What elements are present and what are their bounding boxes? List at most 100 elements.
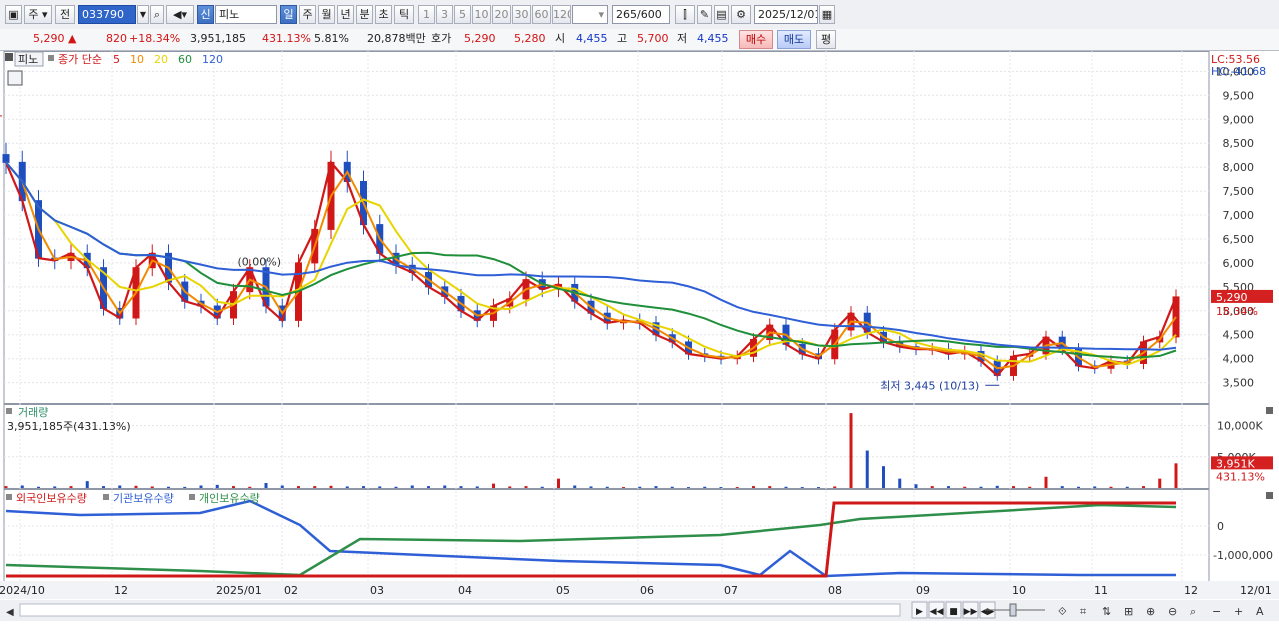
sell-button[interactable]: 매도 — [777, 30, 811, 49]
scroll-left-icon: ◀ — [6, 607, 14, 618]
volume-bar — [102, 486, 105, 488]
candle-icon[interactable]: ⫿ — [675, 5, 695, 24]
eval-button[interactable]: 평 — [816, 30, 836, 49]
holdings-tick-label: -1,000,000 — [1213, 549, 1273, 562]
volume-bar — [118, 485, 122, 488]
window-icon[interactable]: ▣ — [5, 5, 22, 24]
tools-icon[interactable]: ✎ — [697, 5, 712, 24]
x-tick-label: 12 — [1184, 584, 1198, 597]
volume-bar — [443, 485, 447, 488]
period-minute-button[interactable]: 분 — [356, 5, 373, 24]
custom-interval-select[interactable]: ▾ — [572, 5, 608, 24]
interval-5-button[interactable]: 5 — [454, 5, 471, 24]
price-tick-label: 8,500 — [1223, 137, 1255, 150]
volume-bar — [947, 486, 950, 488]
chart-tool-icon: ⊕ — [1146, 605, 1155, 618]
market-select[interactable]: 주 ▾ — [24, 5, 52, 24]
period-tick-button[interactable]: 틱 — [394, 5, 414, 24]
period-day-button[interactable]: 일 — [280, 5, 297, 24]
zoom-slider-thumb — [1009, 603, 1017, 617]
new-button[interactable]: 신 — [197, 5, 214, 24]
gear-icon[interactable]: ⚙ — [731, 5, 751, 24]
volume-bar — [735, 487, 739, 488]
current-price: 5,290 — [33, 32, 65, 45]
chart-tool-icon: A — [1256, 605, 1264, 618]
code-dropdown-icon[interactable]: ▼ — [137, 5, 149, 24]
volume-bar — [540, 486, 544, 488]
volume-bar — [150, 486, 154, 488]
x-tick-label: 05 — [556, 584, 570, 597]
interval-60-button[interactable]: 60 — [532, 5, 551, 24]
search-icon[interactable]: ⌕ — [150, 5, 164, 24]
volume-bar — [394, 486, 398, 488]
interval-30-button[interactable]: 30 — [512, 5, 531, 24]
save-icon[interactable]: ▤ — [714, 5, 729, 24]
volume-bar — [85, 481, 89, 488]
legend-ma-period: 10 — [130, 53, 144, 66]
buy-button[interactable]: 매수 — [739, 30, 773, 49]
legend-ma-period: 60 — [178, 53, 192, 66]
trade-amount: 20,878백만 — [367, 32, 426, 45]
high-price: 5,700 — [637, 32, 669, 45]
volume-bar — [1109, 486, 1113, 488]
volume-bar — [1125, 486, 1129, 488]
legend-square — [103, 494, 109, 500]
price-legend: 피노 종가 단순 5 10 20 60 120 — [5, 51, 223, 67]
volume-bar — [1174, 463, 1178, 488]
x-tick-label: 08 — [828, 584, 842, 597]
volume-bar — [638, 486, 642, 488]
legend-ma-period: 20 — [154, 53, 168, 66]
interval-120-button[interactable]: 120 — [552, 5, 571, 24]
volume-bar — [995, 485, 999, 488]
volume-bar — [345, 486, 349, 488]
hc-label: HC:-41.68 — [1211, 65, 1266, 78]
speaker-icon[interactable]: ◀▾ — [166, 5, 194, 24]
volume-bar — [752, 486, 755, 488]
price-tick-label: 7,000 — [1223, 209, 1255, 222]
volume-bar — [703, 486, 707, 488]
volume-bar — [459, 486, 463, 488]
chart-area[interactable]: 10,000 9,500 9,000 8,500 8,000 7,500 7,000 6,50… — [0, 51, 1279, 621]
volume-bar — [167, 486, 170, 488]
volume-bar — [313, 486, 317, 488]
interval-20-button[interactable]: 20 — [492, 5, 511, 24]
stock-code-input[interactable]: 033790 — [78, 5, 136, 24]
count-field[interactable]: 265/600 — [612, 5, 670, 24]
volume-bar — [882, 466, 885, 488]
period-month-button[interactable]: 월 — [318, 5, 335, 24]
price-tick-label: 9,500 — [1223, 89, 1255, 102]
interval-10-button[interactable]: 10 — [472, 5, 491, 24]
period-week-button[interactable]: 주 — [299, 5, 316, 24]
volume-bar — [20, 485, 24, 488]
stock-name-field[interactable]: 피노 — [215, 5, 277, 24]
legend-square — [5, 53, 13, 61]
volume-bar — [963, 486, 967, 488]
legend-ma-label: 종가 단순 — [58, 53, 102, 66]
volume-bar — [329, 485, 333, 488]
prev-button[interactable]: 전 — [55, 5, 75, 24]
turnover-rate: 5.81% — [314, 32, 349, 45]
volume-bar — [833, 486, 837, 488]
stock-chart-svg[interactable]: 10,0009,5009,0008,5008,0007,5007,0006,50… — [0, 51, 1279, 621]
calendar-icon[interactable]: ▦ — [819, 5, 835, 24]
volume-bar — [69, 486, 73, 488]
volume-bar — [605, 486, 609, 488]
period-second-button[interactable]: 초 — [375, 5, 392, 24]
x-tick-label: 12 — [114, 584, 128, 597]
volume-value: 3,951,185 — [190, 32, 246, 45]
period-year-button[interactable]: 년 — [337, 5, 354, 24]
scrollbar-body — [19, 603, 901, 617]
last-price-label: 5,290 — [1216, 291, 1248, 304]
volume-bar — [378, 486, 382, 488]
x-tick-label: 04 — [458, 584, 472, 597]
volume-bar — [215, 484, 219, 488]
legend-square — [6, 494, 12, 500]
price-tick-label: 6,500 — [1223, 233, 1255, 246]
mid-annotation: (0.00%) — [238, 255, 282, 268]
low-label: 저 — [677, 32, 688, 45]
interval-3-button[interactable]: 3 — [436, 5, 453, 24]
chart-tool-icon: ⇅ — [1102, 605, 1111, 618]
interval-1-button[interactable]: 1 — [418, 5, 435, 24]
holdings-legend-foreign: 외국인보유수량 — [16, 492, 87, 505]
date-input[interactable]: 2025/12/01 — [754, 5, 818, 24]
